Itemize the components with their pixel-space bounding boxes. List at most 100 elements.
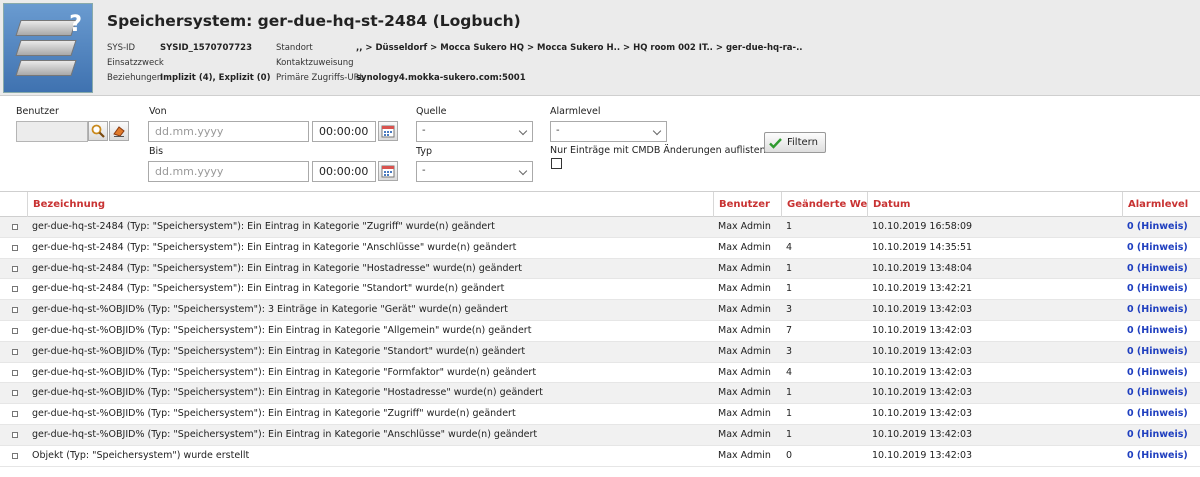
row-select-checkbox[interactable] <box>12 307 18 314</box>
cell-alarmlevel-link[interactable]: 0 (Hinweis) <box>1122 342 1200 362</box>
bis-date-input[interactable]: dd.mm.yyyy <box>148 161 309 182</box>
table-row[interactable]: ger-due-hq-st-%OBJID% (Typ: "Speichersys… <box>0 362 1200 384</box>
table-row[interactable]: ger-due-hq-st-2484 (Typ: "Speichersystem… <box>0 258 1200 280</box>
cell-benutzer: Max Admin <box>718 241 771 253</box>
row-select-checkbox[interactable] <box>12 286 18 293</box>
cmdb-checkbox-label: Nur Einträge mit CMDB Änderungen auflist… <box>550 145 766 156</box>
cell-geaenderte-werte: 0 <box>786 449 793 461</box>
column-header-bezeichnung[interactable]: Bezeichnung <box>27 192 713 217</box>
table-row[interactable]: ger-due-hq-st-%OBJID% (Typ: "Speichersys… <box>0 341 1200 363</box>
cell-benutzer: Max Admin <box>718 221 771 232</box>
column-header-geaenderte-werte[interactable]: Geänderte We... <box>781 192 867 217</box>
cell-bezeichnung: ger-due-hq-st-%OBJID% (Typ: "Speichersys… <box>32 345 526 357</box>
cell-alarmlevel-link[interactable]: 0 (Hinweis) <box>1122 425 1200 445</box>
cell-datum: 10.10.2019 13:42:03 <box>872 449 973 461</box>
bis-time-input[interactable]: 00:00:00 <box>312 161 376 182</box>
row-select-checkbox[interactable] <box>12 327 18 334</box>
cell-alarmlevel-link[interactable]: 0 (Hinweis) <box>1122 363 1200 383</box>
table-row[interactable]: ger-due-hq-st-%OBJID% (Typ: "Speichersys… <box>0 424 1200 446</box>
alarmlevel-select[interactable]: - <box>550 121 667 142</box>
cell-alarmlevel-link[interactable]: 0 (Hinweis) <box>1122 238 1200 258</box>
table-row[interactable]: Objekt (Typ: "Speichersystem") wurde ers… <box>0 445 1200 467</box>
table-row[interactable]: ger-due-hq-st-2484 (Typ: "Speichersystem… <box>0 217 1200 238</box>
typ-select[interactable]: - <box>416 161 533 182</box>
cell-datum: 10.10.2019 13:42:03 <box>872 387 973 399</box>
cell-alarmlevel-link[interactable]: 0 (Hinweis) <box>1122 217 1200 237</box>
table-row[interactable]: ger-due-hq-st-%OBJID% (Typ: "Speichersys… <box>0 404 1200 425</box>
cell-datum: 10.10.2019 14:35:51 <box>872 241 973 253</box>
cell-datum: 10.10.2019 13:42:03 <box>872 408 973 420</box>
row-select-checkbox[interactable] <box>12 411 18 418</box>
alarmlevel-select-value: - <box>556 125 560 136</box>
calendar-icon <box>381 165 395 178</box>
row-select-checkbox[interactable] <box>12 244 18 251</box>
table-row[interactable]: ger-due-hq-st-2484 (Typ: "Speichersystem… <box>0 237 1200 259</box>
cell-geaenderte-werte: 1 <box>786 408 793 420</box>
cell-datum: 10.10.2019 13:48:04 <box>872 262 973 274</box>
cell-geaenderte-werte: 1 <box>786 283 793 295</box>
cell-geaenderte-werte: 4 <box>786 241 793 253</box>
column-header-alarmlevel[interactable]: Alarmlevel <box>1122 192 1200 217</box>
primary-url-link[interactable]: synology4.mokka-sukero.com:5001 <box>356 73 526 83</box>
page-title: Speichersystem: ger-due-hq-st-2484 (Logb… <box>107 12 521 30</box>
filter-button[interactable]: Filtern <box>764 132 826 153</box>
von-time-input[interactable]: 00:00:00 <box>312 121 376 142</box>
cell-geaenderte-werte: 1 <box>786 221 793 232</box>
row-select-checkbox[interactable] <box>12 348 18 355</box>
cell-geaenderte-werte: 1 <box>786 428 793 440</box>
cell-alarmlevel-link[interactable]: 0 (Hinweis) <box>1122 279 1200 299</box>
quelle-select[interactable]: - <box>416 121 533 142</box>
cell-datum: 10.10.2019 13:42:21 <box>872 283 973 295</box>
clear-user-button[interactable] <box>109 121 129 141</box>
cell-alarmlevel-link[interactable]: 0 (Hinweis) <box>1122 446 1200 466</box>
cell-alarmlevel-link[interactable]: 0 (Hinweis) <box>1122 259 1200 279</box>
table-row[interactable]: ger-due-hq-st-%OBJID% (Typ: "Speichersys… <box>0 320 1200 342</box>
row-select-checkbox[interactable] <box>12 390 18 397</box>
cell-benutzer: Max Admin <box>718 408 771 420</box>
cell-alarmlevel-link[interactable]: 0 (Hinweis) <box>1122 321 1200 341</box>
cell-datum: 10.10.2019 13:42:03 <box>872 366 973 378</box>
standort-breadcrumb[interactable]: ,, > Düsseldorf > Mocca Sukero HQ > Mocc… <box>356 43 803 53</box>
cell-bezeichnung: ger-due-hq-st-2484 (Typ: "Speichersystem… <box>32 262 522 274</box>
row-select-checkbox[interactable] <box>12 265 18 272</box>
table-row[interactable]: ger-due-hq-st-%OBJID% (Typ: "Speichersys… <box>0 383 1200 405</box>
cell-alarmlevel-link[interactable]: 0 (Hinweis) <box>1122 383 1200 403</box>
cell-bezeichnung: ger-due-hq-st-%OBJID% (Typ: "Speichersys… <box>32 366 537 378</box>
cell-geaenderte-werte: 3 <box>786 304 793 316</box>
cell-bezeichnung: ger-due-hq-st-%OBJID% (Typ: "Speichersys… <box>32 428 538 440</box>
table-row[interactable]: ger-due-hq-st-%OBJID% (Typ: "Speichersys… <box>0 300 1200 321</box>
column-header-datum[interactable]: Datum <box>867 192 1122 217</box>
row-select-checkbox[interactable] <box>12 431 18 438</box>
filter-button-label: Filtern <box>787 137 818 148</box>
row-select-checkbox[interactable] <box>12 452 18 459</box>
cell-bezeichnung: ger-due-hq-st-%OBJID% (Typ: "Speichersys… <box>32 324 532 336</box>
cmdb-checkbox[interactable] <box>551 158 562 169</box>
von-calendar-button[interactable] <box>378 121 398 141</box>
row-select-checkbox[interactable] <box>12 224 18 230</box>
bis-calendar-button[interactable] <box>378 161 398 181</box>
object-header: ? Speichersystem: ger-due-hq-st-2484 (Lo… <box>0 0 1200 96</box>
url-label: Primäre Zugriffs-URL <box>276 73 365 83</box>
eraser-icon <box>113 126 125 137</box>
alarmlevel-label: Alarmlevel <box>550 106 601 117</box>
cell-benutzer: Max Admin <box>718 345 771 357</box>
benutzer-input[interactable] <box>16 121 88 142</box>
search-button[interactable] <box>88 121 108 141</box>
column-header-benutzer[interactable]: Benutzer <box>713 192 781 217</box>
cell-bezeichnung: Objekt (Typ: "Speichersystem") wurde ers… <box>32 449 250 461</box>
cell-bezeichnung: ger-due-hq-st-2484 (Typ: "Speichersystem… <box>32 241 517 253</box>
standort-label: Standort <box>276 43 313 53</box>
cell-bezeichnung: ger-due-hq-st-%OBJID% (Typ: "Speichersys… <box>32 408 516 420</box>
cell-datum: 10.10.2019 13:42:03 <box>872 304 973 316</box>
cell-benutzer: Max Admin <box>718 283 771 295</box>
table-row[interactable]: ger-due-hq-st-2484 (Typ: "Speichersystem… <box>0 279 1200 301</box>
beziehungen-label: Beziehungen <box>107 73 163 83</box>
cell-bezeichnung: ger-due-hq-st-%OBJID% (Typ: "Speichersys… <box>32 387 543 399</box>
row-select-checkbox[interactable] <box>12 369 18 376</box>
cell-alarmlevel-link[interactable]: 0 (Hinweis) <box>1122 404 1200 424</box>
cell-alarmlevel-link[interactable]: 0 (Hinweis) <box>1122 300 1200 320</box>
table-header: Bezeichnung Benutzer Geänderte We... Dat… <box>0 191 1200 217</box>
cell-benutzer: Max Admin <box>718 304 771 316</box>
von-date-input[interactable]: dd.mm.yyyy <box>148 121 309 142</box>
von-label: Von <box>149 106 167 117</box>
